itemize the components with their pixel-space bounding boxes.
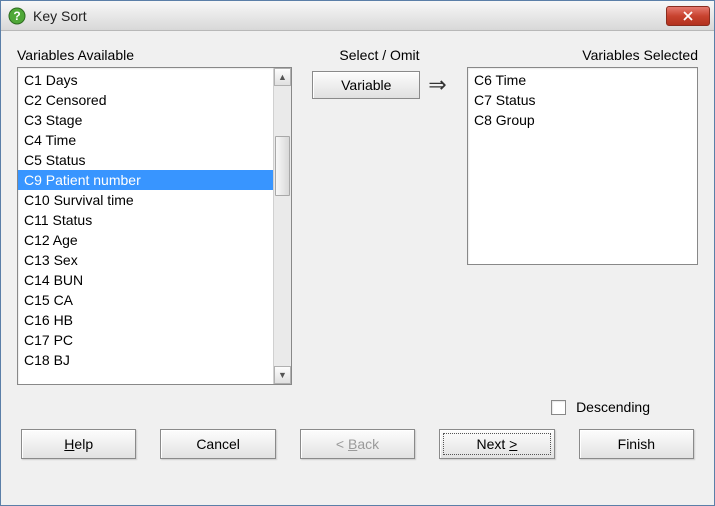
list-item[interactable]: C13 Sex bbox=[18, 250, 273, 270]
scroll-down-button[interactable]: ▼ bbox=[274, 366, 291, 384]
close-button[interactable] bbox=[666, 6, 710, 26]
list-item[interactable]: C16 HB bbox=[18, 310, 273, 330]
descending-checkbox[interactable] bbox=[551, 400, 566, 415]
close-icon bbox=[683, 11, 693, 21]
list-item[interactable]: C1 Days bbox=[18, 70, 273, 90]
titlebar: ? Key Sort bbox=[1, 1, 714, 31]
list-item[interactable]: C9 Patient number bbox=[18, 170, 273, 190]
next-button[interactable]: Next > bbox=[439, 429, 554, 459]
list-item[interactable]: C5 Status bbox=[18, 150, 273, 170]
back-button: < Back bbox=[300, 429, 415, 459]
list-item[interactable]: C4 Time bbox=[18, 130, 273, 150]
list-item[interactable]: C11 Status bbox=[18, 210, 273, 230]
list-item[interactable]: C10 Survival time bbox=[18, 190, 273, 210]
scroll-up-button[interactable]: ▲ bbox=[274, 68, 291, 86]
scrollbar[interactable]: ▲ ▼ bbox=[273, 68, 291, 384]
dialog-content: Variables Available C1 DaysC2 CensoredC3… bbox=[1, 31, 714, 505]
cancel-button[interactable]: Cancel bbox=[160, 429, 275, 459]
list-item[interactable]: C7 Status bbox=[474, 90, 691, 110]
svg-text:?: ? bbox=[13, 9, 20, 23]
help-icon: ? bbox=[7, 6, 27, 26]
selected-label: Variables Selected bbox=[467, 45, 698, 67]
help-button[interactable]: Help bbox=[21, 429, 136, 459]
list-item[interactable]: C15 CA bbox=[18, 290, 273, 310]
list-item[interactable]: C3 Stage bbox=[18, 110, 273, 130]
arrow-right-icon: ⇒ bbox=[428, 74, 446, 96]
list-item[interactable]: C17 PC bbox=[18, 330, 273, 350]
available-label: Variables Available bbox=[17, 45, 292, 67]
list-item[interactable]: C8 Group bbox=[474, 110, 691, 130]
list-item[interactable]: C6 Time bbox=[474, 70, 691, 90]
dialog-window: ? Key Sort Variables Available C1 DaysC2… bbox=[0, 0, 715, 506]
list-item[interactable]: C18 BJ bbox=[18, 350, 273, 370]
list-item[interactable]: C14 BUN bbox=[18, 270, 273, 290]
descending-label: Descending bbox=[576, 399, 650, 415]
scroll-track[interactable] bbox=[274, 86, 291, 366]
window-title: Key Sort bbox=[33, 8, 666, 24]
select-omit-label: Select / Omit bbox=[339, 45, 419, 67]
list-item[interactable]: C2 Censored bbox=[18, 90, 273, 110]
selected-listbox[interactable]: C6 TimeC7 StatusC8 Group bbox=[467, 67, 698, 265]
finish-button[interactable]: Finish bbox=[579, 429, 694, 459]
scroll-thumb[interactable] bbox=[275, 136, 290, 196]
variable-button[interactable]: Variable bbox=[312, 71, 420, 99]
list-item[interactable]: C12 Age bbox=[18, 230, 273, 250]
available-listbox[interactable]: C1 DaysC2 CensoredC3 StageC4 TimeC5 Stat… bbox=[17, 67, 292, 385]
